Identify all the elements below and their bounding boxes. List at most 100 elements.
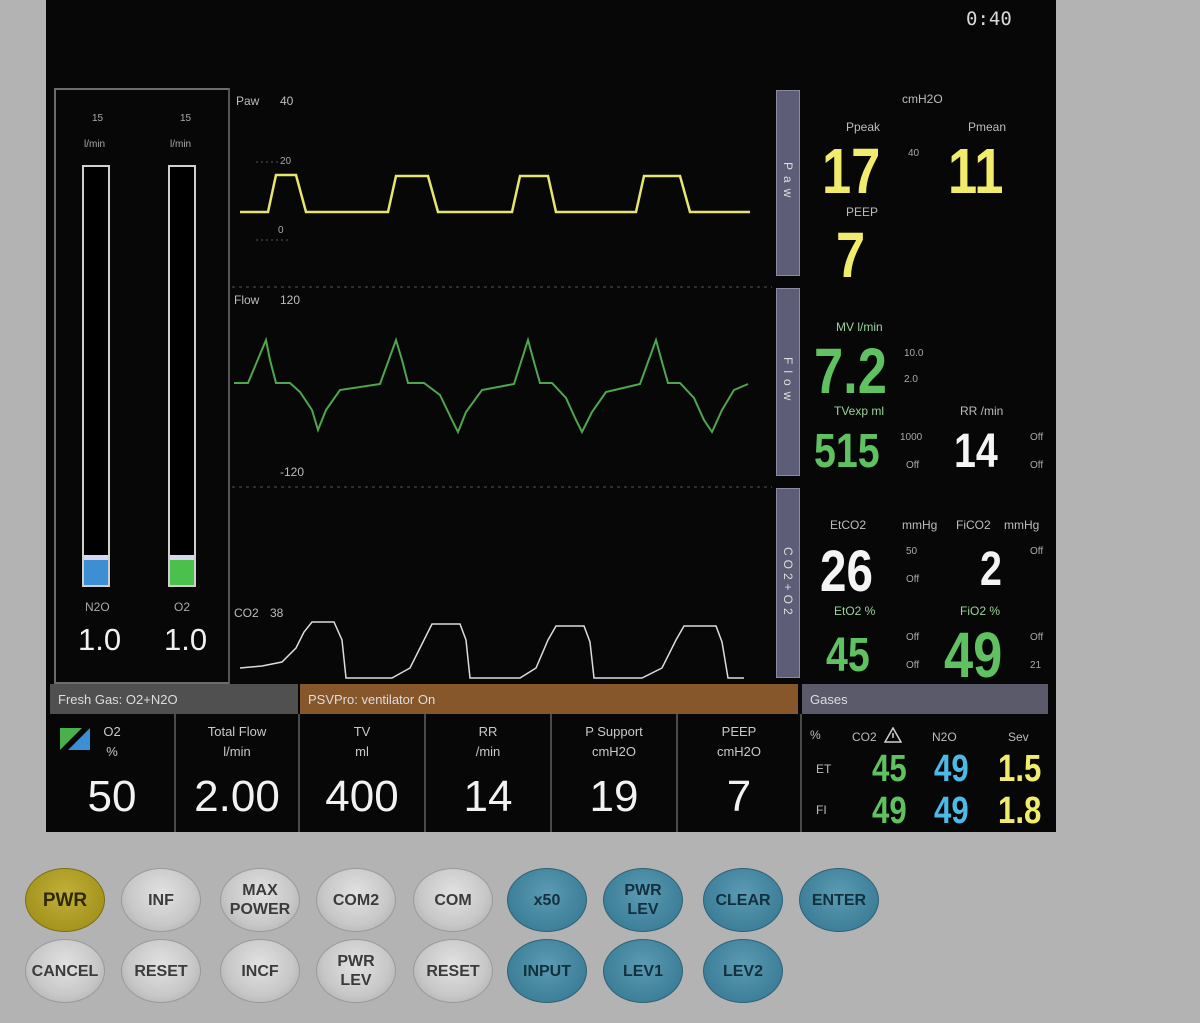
com2-button[interactable]: COM2 <box>316 868 396 932</box>
fico2-label: FiCO2 <box>956 518 991 532</box>
gases-header: Gases <box>802 684 1048 714</box>
fio2-label: FiO2 % <box>960 604 1001 618</box>
pwr-button[interactable]: PWR <box>25 868 105 932</box>
setting-o2-value: 50 <box>87 772 137 821</box>
setting-tv[interactable]: TV ml 400 <box>300 714 426 832</box>
setting-total-flow-label: Total Flow l/min <box>207 724 267 759</box>
setting-tv-label: TV ml <box>353 724 371 759</box>
tv-low-alarm: Off <box>906 460 920 471</box>
etco2-value: 26 <box>820 539 873 604</box>
fi-n2o-value: 49 <box>934 790 969 832</box>
setting-tv-value: 400 <box>325 772 399 821</box>
pwr-lev-button-gray[interactable]: PWR LEV <box>316 939 396 1003</box>
x50-button[interactable]: x50 <box>507 868 587 932</box>
etco2-label: EtCO2 <box>830 518 867 532</box>
cancel-button[interactable]: CANCEL <box>25 939 105 1003</box>
fresh-gas-header-text: Fresh Gas: O2+N2O <box>58 692 178 707</box>
setting-rr-label: RR/min <box>475 724 501 759</box>
fico2-value: 2 <box>980 543 1002 596</box>
com-button[interactable]: COM <box>413 868 493 932</box>
max-power-button[interactable]: MAX POWER <box>220 868 300 932</box>
alarm-silenced-icon <box>884 727 902 743</box>
fresh-gas-header: Fresh Gas: O2+N2O <box>50 684 298 714</box>
pmean-label: Pmean <box>968 120 1007 134</box>
eto2-high-alarm: Off <box>906 632 920 643</box>
pwr-lev-button-teal[interactable]: PWR LEV <box>603 868 683 932</box>
rr-label: RR /min <box>960 404 1004 418</box>
setting-rr[interactable]: RR/min 14 <box>426 714 552 832</box>
tv-value: 515 <box>814 425 880 478</box>
setting-p-support-label: P Support cmH2O <box>585 724 643 759</box>
setting-total-flow[interactable]: Total Flow l/min 2.00 <box>176 714 300 832</box>
gas-col-co2: CO2 <box>852 730 877 744</box>
tab-co2-o2-label: CO2+O2 <box>781 547 795 619</box>
setting-p-support-value: 19 <box>589 772 639 821</box>
fi-co2-value: 49 <box>872 790 907 832</box>
rr-high-alarm: Off <box>1030 432 1044 443</box>
fio2-value: 49 <box>944 619 1003 691</box>
peep-value: 7 <box>836 219 866 291</box>
lev2-button[interactable]: LEV2 <box>703 939 783 1003</box>
tab-flow-label: Flow <box>781 357 795 407</box>
eto2-low-alarm: Off <box>906 660 920 671</box>
gas-col-sev: Sev <box>1008 730 1029 744</box>
ventilator-header: PSVPro: ventilator On <box>300 684 798 714</box>
tv-label: TVexp ml <box>834 404 885 418</box>
tv-high-alarm: 1000 <box>900 432 923 443</box>
tab-paw[interactable]: Paw <box>776 90 800 276</box>
tab-co2-o2[interactable]: CO2+O2 <box>776 488 800 678</box>
setting-total-flow-value: 2.00 <box>194 772 280 821</box>
rr-low-alarm: Off <box>1030 460 1044 471</box>
input-button[interactable]: INPUT <box>507 939 587 1003</box>
waveform-area <box>232 161 772 679</box>
ppeak-limit: 40 <box>908 148 920 159</box>
rr-value: 14 <box>954 425 998 478</box>
gas-col-n2o: N2O <box>932 730 957 744</box>
reset-button-2[interactable]: RESET <box>413 939 493 1003</box>
lev1-button[interactable]: LEV1 <box>603 939 683 1003</box>
mv-label: MV l/min <box>836 320 883 334</box>
fio2-high-alarm: Off <box>1030 632 1044 643</box>
inf-button[interactable]: INF <box>121 868 201 932</box>
etco2-unit: mmHg <box>902 518 938 532</box>
gas-row-et: ET <box>816 762 832 776</box>
setting-o2[interactable]: O2% 50 <box>50 714 176 832</box>
tab-paw-label: Paw <box>781 162 795 204</box>
setting-peep-value: 7 <box>726 772 752 821</box>
mv-low-alarm: 2.0 <box>904 374 918 385</box>
tab-flow[interactable]: Flow <box>776 288 800 476</box>
ppeak-label: Ppeak <box>846 120 881 134</box>
setting-peep[interactable]: PEEP cmH2O 7 <box>678 714 802 832</box>
clear-button[interactable]: CLEAR <box>703 868 783 932</box>
gas-row-fi: FI <box>816 803 827 817</box>
eto2-value: 45 <box>826 629 870 682</box>
etco2-low-alarm: Off <box>906 574 920 585</box>
setting-p-support[interactable]: P Support cmH2O 19 <box>552 714 678 832</box>
paw-waveform <box>240 173 750 214</box>
reset-button-1[interactable]: RESET <box>121 939 201 1003</box>
incf-button[interactable]: INCF <box>220 939 300 1003</box>
etco2-high-alarm: 50 <box>906 546 918 557</box>
o2-mix-icon <box>60 728 90 750</box>
setting-rr-value: 14 <box>463 772 513 821</box>
ventilator-header-text: PSVPro: ventilator On <box>308 692 436 707</box>
setting-peep-label: PEEP cmH2O <box>716 724 762 759</box>
gas-table-unit: % <box>810 728 821 742</box>
eto2-label: EtO2 % <box>834 604 876 618</box>
mv-value: 7.2 <box>814 335 887 407</box>
gases-header-text: Gases <box>810 692 848 707</box>
et-sev-value: 1.5 <box>998 748 1042 790</box>
pmean-value: 11 <box>948 135 1004 207</box>
et-n2o-value: 49 <box>934 748 969 790</box>
peep-label: PEEP <box>846 205 879 219</box>
fico2-high-alarm: Off <box>1030 546 1044 557</box>
fico2-unit: mmHg <box>1004 518 1040 532</box>
mv-high-alarm: 10.0 <box>904 348 924 359</box>
ppeak-value: 17 <box>822 135 881 207</box>
co2-waveform <box>239 621 744 679</box>
flow-waveform <box>234 336 749 435</box>
et-co2-value: 45 <box>872 748 907 790</box>
enter-button[interactable]: ENTER <box>799 868 879 932</box>
fi-sev-value: 1.8 <box>998 790 1042 832</box>
fio2-low-alarm: 21 <box>1030 660 1042 671</box>
